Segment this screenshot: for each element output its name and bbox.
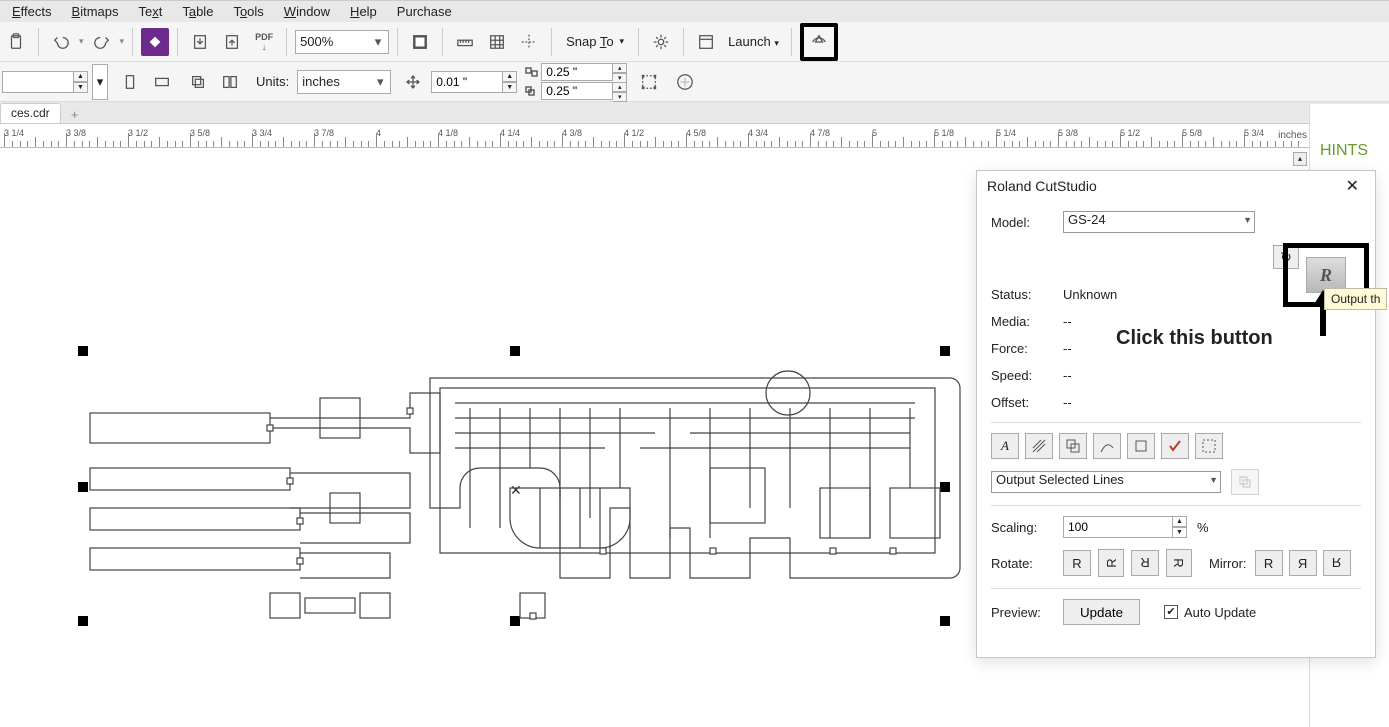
- coord-dropdown[interactable]: ▾: [92, 64, 108, 100]
- property-bar: ▲▼ ▾ Units: inches▾ ▲▼ ▴▾ ▴▾: [0, 62, 1389, 102]
- cutstudio-panel: Roland CutStudio ✕ Model: GS-24▼ R ↻ Sta…: [976, 170, 1376, 658]
- status-value: Unknown: [1063, 287, 1117, 302]
- add-icon[interactable]: [671, 68, 699, 96]
- add-tab-button[interactable]: +: [65, 105, 85, 123]
- export-icon[interactable]: [218, 28, 246, 56]
- horizontal-ruler: 3 1/43 3/83 1/23 5/83 3/43 7/844 1/84 1/…: [0, 128, 1309, 148]
- launch-dropdown[interactable]: Launch ▾: [724, 34, 783, 49]
- speed-label: Speed:: [991, 368, 1063, 383]
- speed-value: --: [1063, 368, 1072, 383]
- menu-help[interactable]: Help: [340, 2, 387, 21]
- menu-purchase[interactable]: Purchase: [387, 2, 462, 21]
- duplicate-icon[interactable]: [184, 68, 212, 96]
- dup-y-icon: [525, 86, 539, 96]
- scaling-pct: %: [1197, 520, 1209, 535]
- status-label: Status:: [991, 287, 1063, 302]
- tool-curve-icon[interactable]: [1093, 433, 1121, 459]
- mirror-y-button[interactable]: R: [1323, 550, 1351, 576]
- facing-pages-icon[interactable]: [216, 68, 244, 96]
- bounding-box-icon[interactable]: [635, 68, 663, 96]
- menu-effects[interactable]: Effects: [2, 2, 62, 21]
- nudge-icon[interactable]: [399, 68, 427, 96]
- units-combo[interactable]: inches▾: [297, 70, 391, 94]
- drawing-content: [70, 338, 970, 628]
- menu-window[interactable]: Window: [274, 2, 340, 21]
- force-value: --: [1063, 341, 1072, 356]
- portrait-icon[interactable]: [116, 68, 144, 96]
- menu-table[interactable]: Table: [172, 2, 223, 21]
- document-tab[interactable]: ces.cdr: [0, 103, 61, 123]
- units-label: Units:: [252, 74, 293, 89]
- fullscreen-icon[interactable]: [406, 28, 434, 56]
- x-position-spinner[interactable]: ▲▼: [2, 71, 88, 93]
- tool-shape-icon[interactable]: [1059, 433, 1087, 459]
- ruler-unit: inches: [1274, 130, 1307, 141]
- import-icon[interactable]: [186, 28, 214, 56]
- dup-y-spinner[interactable]: ▴▾: [541, 82, 627, 100]
- tool-select-icon[interactable]: [1195, 433, 1223, 459]
- media-label: Media:: [991, 314, 1063, 329]
- paste-icon[interactable]: [2, 28, 30, 56]
- undo-icon[interactable]: [47, 28, 75, 56]
- app-icon[interactable]: [141, 28, 169, 56]
- landscape-icon[interactable]: [148, 68, 176, 96]
- force-label: Force:: [991, 341, 1063, 356]
- offset-value: --: [1063, 395, 1072, 410]
- grid-icon[interactable]: [483, 28, 511, 56]
- document-tabstrip: ces.cdr +: [0, 102, 1389, 124]
- tool-hatch-icon[interactable]: [1025, 433, 1053, 459]
- zoom-combo[interactable]: 500%▾: [295, 30, 389, 54]
- panel-title: Roland CutStudio: [987, 178, 1097, 194]
- menu-bitmaps[interactable]: Bitmaps: [62, 2, 129, 21]
- nudge-spinner[interactable]: ▲▼: [431, 71, 517, 93]
- menu-text[interactable]: Text: [128, 2, 172, 21]
- rulers-icon[interactable]: [451, 28, 479, 56]
- model-select[interactable]: GS-24▼: [1063, 211, 1255, 233]
- options-icon[interactable]: [647, 28, 675, 56]
- rotate-270-button[interactable]: R: [1166, 549, 1192, 577]
- mirror-none-button[interactable]: R: [1255, 550, 1283, 576]
- model-label: Model:: [991, 215, 1063, 230]
- close-icon[interactable]: ✕: [1340, 174, 1365, 198]
- scroll-up-button[interactable]: ▴: [1293, 152, 1307, 166]
- mirror-label: Mirror:: [1209, 556, 1247, 571]
- tool-a-icon[interactable]: A: [991, 433, 1019, 459]
- copy-settings-icon: [1231, 469, 1259, 495]
- media-value: --: [1063, 314, 1072, 329]
- guides-icon[interactable]: [515, 28, 543, 56]
- output-mode-select[interactable]: Output Selected Lines▼: [991, 471, 1221, 493]
- auto-update-checkbox[interactable]: ✔Auto Update: [1164, 605, 1256, 620]
- preview-label: Preview:: [991, 605, 1063, 620]
- annotation-text: Click this button: [1116, 327, 1273, 350]
- mirror-x-button[interactable]: Я: [1289, 550, 1317, 576]
- app-launcher-icon[interactable]: [692, 28, 720, 56]
- hints-title: HINTS: [1310, 128, 1389, 160]
- redo-icon[interactable]: [88, 28, 116, 56]
- tooltip: Output th: [1324, 288, 1387, 310]
- offset-label: Offset:: [991, 395, 1063, 410]
- rotate-label: Rotate:: [991, 556, 1063, 571]
- pdf-export-icon[interactable]: PDF↓: [250, 28, 278, 56]
- rotate-0-button[interactable]: R: [1063, 550, 1091, 576]
- rotate-180-button[interactable]: R: [1131, 550, 1159, 576]
- tool-check-icon[interactable]: [1161, 433, 1189, 459]
- update-button[interactable]: Update: [1063, 599, 1140, 625]
- snap-to-dropdown[interactable]: Snap To▾: [560, 34, 630, 49]
- menu-bar: Effects Bitmaps Text Table Tools Window …: [0, 0, 1389, 22]
- tool-rect-icon[interactable]: [1127, 433, 1155, 459]
- rotate-90-button[interactable]: R: [1098, 549, 1124, 577]
- dup-x-spinner[interactable]: ▴▾: [541, 63, 627, 81]
- dup-x-icon: [525, 67, 539, 77]
- cutstudio-plugin-icon[interactable]: [800, 23, 838, 61]
- scaling-label: Scaling:: [991, 520, 1063, 535]
- scaling-spinner[interactable]: ▲▼: [1063, 516, 1187, 538]
- main-toolbar: ▾ ▾ PDF↓ 500%▾ Snap To▾ Launch ▾: [0, 22, 1389, 62]
- menu-tools[interactable]: Tools: [223, 2, 273, 21]
